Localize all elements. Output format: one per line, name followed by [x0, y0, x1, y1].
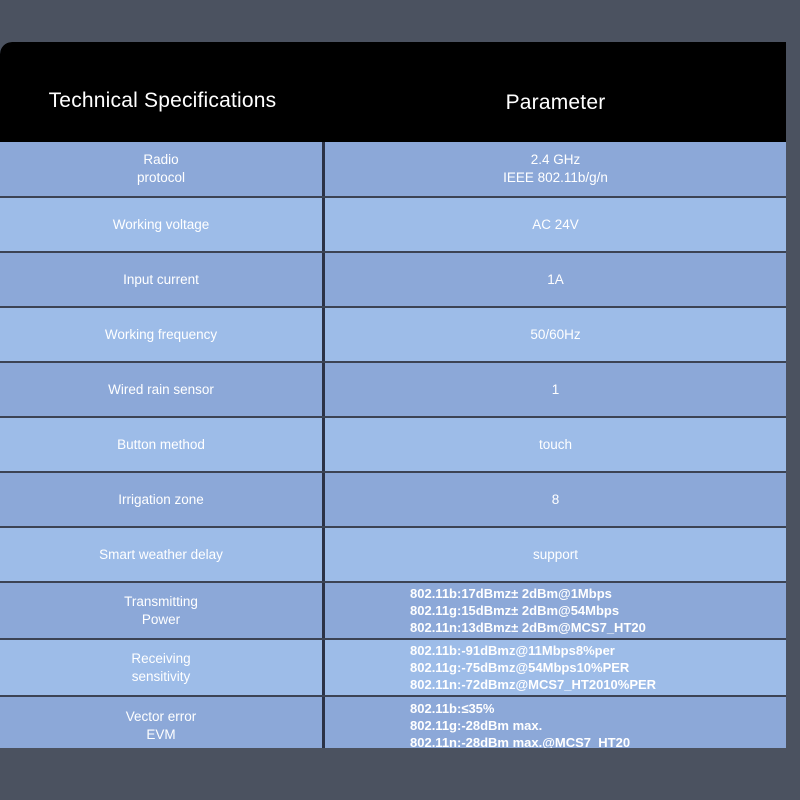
table-row: Wired rain sensor 1 [0, 363, 786, 418]
spec-value-cell: 802.11b:-91dBmz@11Mbps8%per 802.11g:-75d… [410, 642, 657, 693]
spec-value-cell: 8 [551, 491, 560, 507]
table-row: Smart weather delay support [0, 528, 786, 583]
spec-label-cell: Irrigation zone [0, 473, 325, 526]
spec-value-cell: 1 [551, 381, 560, 397]
spec-label-cell: Radio protocol [0, 142, 325, 196]
table-body: Radio protocol 2.4 GHz IEEE 802.11b/g/n Wo… [0, 142, 786, 748]
spec-value-cell: 802.11b:17dBmz± 2dBm@1Mbps 802.11g:15dBm… [410, 585, 646, 636]
spec-value-cell: 802.11b:≤35% 802.11g:-28dBm max. 802.11n… [410, 700, 631, 748]
spec-label-cell: Button method [0, 418, 325, 471]
table-row: Transmitting Power 802.11b:17dBmz± 2dBm@1… [0, 583, 786, 640]
spec-label-cell: Working voltage [0, 198, 325, 251]
table-row: Vector error EVM 802.11b:≤35% 802.11g:-28… [0, 697, 786, 748]
spec-value-cell: 1A [547, 271, 564, 287]
spec-label-cell: Input current [0, 253, 325, 306]
spec-label-cell: Vector error EVM [0, 697, 325, 748]
spec-label-cell: Receiving sensitivity [0, 640, 325, 695]
table-row: Irrigation zone 8 [0, 473, 786, 528]
table-row: Input current 1A [0, 253, 786, 308]
spec-label-cell: Smart weather delay [0, 528, 325, 581]
spec-value-cell: support [532, 546, 579, 562]
table-row: Working voltage AC 24V [0, 198, 786, 253]
table-row: Working frequency 50/60Hz [0, 308, 786, 363]
spec-value-cell: AC 24V [532, 216, 579, 232]
table-row: Button method touch [0, 418, 786, 473]
table-row: Radio protocol 2.4 GHz IEEE 802.11b/g/n [0, 142, 786, 198]
header-technical-specifications: Technical Specifications [48, 89, 277, 112]
spec-value-cell: 2.4 GHz IEEE 802.11b/g/n [503, 152, 608, 185]
spec-value-cell: touch [538, 436, 573, 452]
spec-label-cell: Wired rain sensor [0, 363, 325, 416]
spec-label-cell: Transmitting Power [0, 583, 325, 638]
header-parameter: Parameter [505, 91, 606, 114]
table-row: Receiving sensitivity 802.11b:-91dBmz@11M… [0, 640, 786, 697]
specifications-table: Technical Specifications Parameter Radio… [0, 42, 786, 748]
spec-label-cell: Working frequency [0, 308, 325, 361]
table-header-row: Technical Specifications Parameter [0, 42, 786, 142]
spec-value-cell: 50/60Hz [530, 326, 581, 342]
